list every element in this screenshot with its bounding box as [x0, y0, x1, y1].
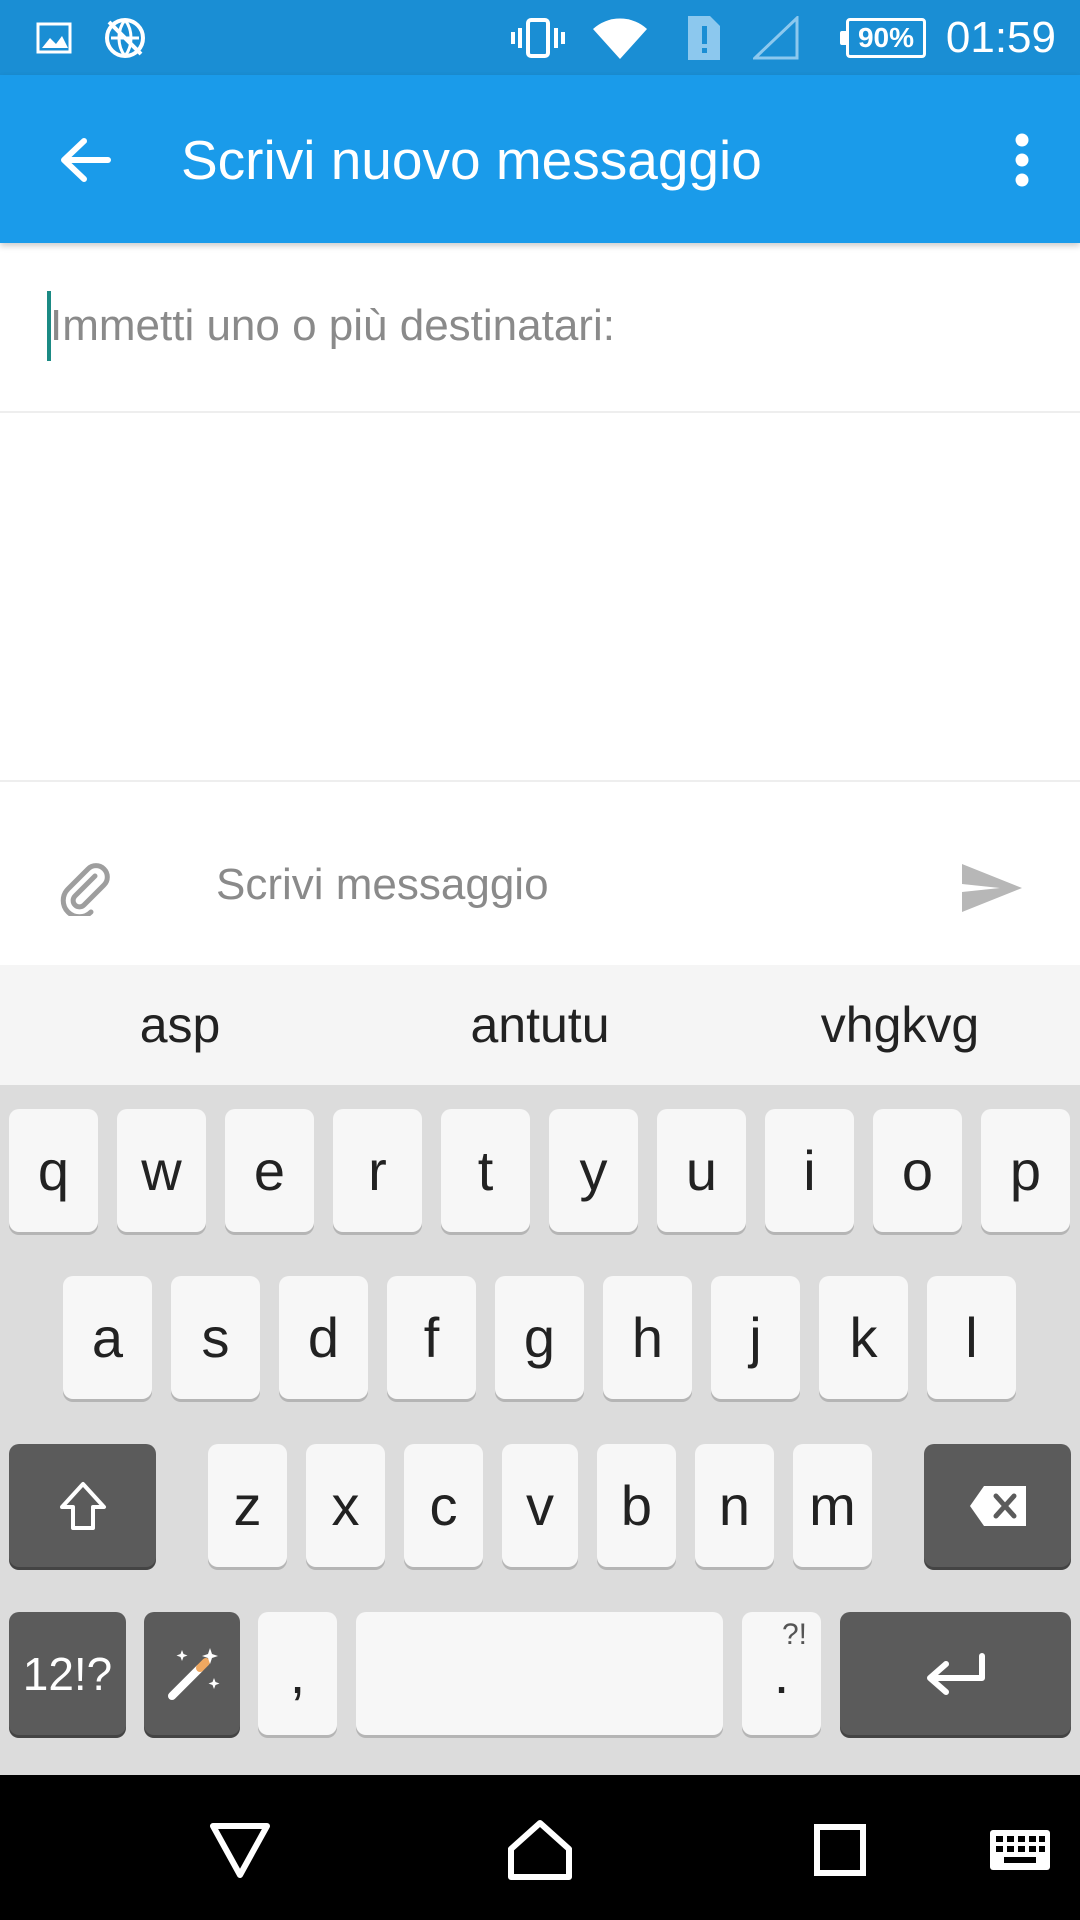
- keyboard-icon: [990, 1830, 1050, 1870]
- nav-home-button[interactable]: [495, 1805, 585, 1895]
- key-p[interactable]: p: [981, 1109, 1070, 1232]
- magic-wand-key[interactable]: [144, 1612, 240, 1735]
- home-icon: [508, 1820, 572, 1880]
- app-bar: Scrivi nuovo messaggio: [0, 75, 1080, 243]
- suggestion-item[interactable]: vhgkvg: [720, 965, 1080, 1085]
- key-u[interactable]: u: [657, 1109, 746, 1232]
- key-m[interactable]: m: [793, 1444, 872, 1567]
- key-i[interactable]: i: [765, 1109, 854, 1232]
- sim-alert-icon: [684, 14, 724, 62]
- vibrate-icon: [510, 14, 566, 62]
- send-button[interactable]: [952, 848, 1032, 928]
- battery-icon: 90%: [840, 18, 926, 58]
- key-e[interactable]: e: [225, 1109, 314, 1232]
- key-g[interactable]: g: [495, 1276, 584, 1399]
- suggestion-bar: asp antutu vhgkvg: [0, 965, 1080, 1085]
- comma-key[interactable]: ,: [258, 1612, 337, 1735]
- key-a[interactable]: a: [63, 1276, 152, 1399]
- no-sync-icon: [100, 14, 150, 62]
- nav-recents-button[interactable]: [795, 1805, 885, 1895]
- key-v[interactable]: v: [502, 1444, 578, 1567]
- key-k[interactable]: k: [819, 1276, 908, 1399]
- shift-key[interactable]: [9, 1444, 156, 1567]
- suggestion-item[interactable]: asp: [0, 965, 360, 1085]
- key-t[interactable]: t: [441, 1109, 530, 1232]
- backspace-key[interactable]: [924, 1444, 1071, 1567]
- attach-button[interactable]: [50, 848, 120, 928]
- space-key[interactable]: [356, 1612, 723, 1735]
- page-title: Scrivi nuovo messaggio: [181, 129, 762, 191]
- recipient-field-container: [0, 243, 1080, 413]
- nav-back-button[interactable]: [195, 1805, 285, 1895]
- more-vert-icon: [1015, 133, 1029, 187]
- key-r[interactable]: r: [333, 1109, 422, 1232]
- image-icon: [34, 14, 74, 62]
- period-key[interactable]: ?! .: [742, 1612, 821, 1735]
- paperclip-icon: [60, 863, 110, 916]
- recipient-input[interactable]: [50, 293, 1030, 359]
- composer-divider: [0, 780, 1080, 782]
- key-h[interactable]: h: [603, 1276, 692, 1399]
- key-o[interactable]: o: [873, 1109, 962, 1232]
- key-w[interactable]: w: [117, 1109, 206, 1232]
- enter-icon: [926, 1652, 985, 1695]
- message-composer: [0, 800, 1080, 965]
- key-n[interactable]: n: [695, 1444, 774, 1567]
- message-input[interactable]: [216, 850, 916, 920]
- send-icon: [962, 864, 1022, 912]
- recents-icon: [814, 1824, 866, 1876]
- signal-icon: [752, 14, 800, 62]
- key-y[interactable]: y: [549, 1109, 638, 1232]
- back-button[interactable]: [40, 115, 130, 205]
- back-triangle-icon: [210, 1823, 270, 1878]
- key-q[interactable]: q: [9, 1109, 98, 1232]
- status-bar: 90% 01:59: [0, 0, 1080, 75]
- enter-key[interactable]: [840, 1612, 1071, 1735]
- key-x[interactable]: x: [306, 1444, 385, 1567]
- arrow-left-icon: [61, 138, 111, 182]
- key-s[interactable]: s: [171, 1276, 260, 1399]
- nav-keyboard-button[interactable]: [975, 1805, 1065, 1895]
- navigation-bar: [0, 1775, 1080, 1920]
- key-z[interactable]: z: [208, 1444, 287, 1567]
- backspace-icon: [969, 1485, 1026, 1526]
- clock: 01:59: [945, 13, 1056, 62]
- keyboard: q w e r t y u i o p a s d f g h j k l z …: [0, 1085, 1080, 1775]
- period-alt-label: ?!: [781, 1618, 807, 1651]
- key-l[interactable]: l: [927, 1276, 1016, 1399]
- key-f[interactable]: f: [387, 1276, 476, 1399]
- key-b[interactable]: b: [597, 1444, 676, 1567]
- shift-icon: [59, 1481, 106, 1530]
- key-c[interactable]: c: [404, 1444, 483, 1567]
- key-j[interactable]: j: [711, 1276, 800, 1399]
- symbols-key[interactable]: 12!?: [9, 1612, 126, 1735]
- magic-wand-icon: [168, 1647, 220, 1700]
- more-options-button[interactable]: [992, 115, 1052, 205]
- key-d[interactable]: d: [279, 1276, 368, 1399]
- wifi-icon: [590, 14, 650, 62]
- suggestion-item[interactable]: antutu: [360, 965, 720, 1085]
